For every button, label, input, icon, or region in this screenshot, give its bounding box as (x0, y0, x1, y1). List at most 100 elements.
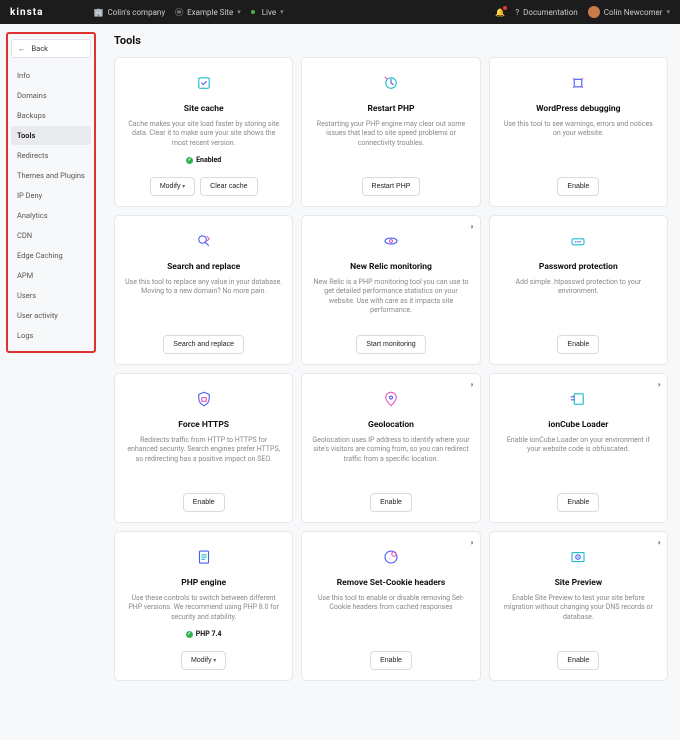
card-actions: Enable (557, 177, 599, 196)
card-title: Geolocation (368, 420, 414, 430)
sidebar-item-info[interactable]: Info (11, 66, 91, 85)
card-description: Use this tool to enable or disable remov… (312, 594, 469, 622)
card-actions: Enable (557, 493, 599, 512)
tool-card-site-cache: Site cache Cache makes your site load fas… (114, 57, 293, 207)
status-label: PHP 7.4 (196, 630, 222, 638)
sidebar-item-ip-deny[interactable]: IP Deny (11, 186, 91, 205)
card-description: Cache makes your site load faster by sto… (125, 120, 282, 148)
card-description: Redirects traffic from HTTP to HTTPS for… (125, 436, 282, 464)
avatar (588, 6, 600, 18)
sidebar-item-users[interactable]: Users (11, 286, 91, 305)
notification-dot-icon (503, 6, 507, 10)
tool-card-php-engine: PHP engine Use these controls to switch b… (114, 531, 293, 681)
start-monitoring-button[interactable]: Start monitoring (356, 335, 425, 354)
tool-card-force-https: Force HTTPSRedirects traffic from HTTP t… (114, 373, 293, 523)
site-selector[interactable]: ⓦ Example Site ▾ (175, 7, 241, 18)
card-actions: Restart PHP (362, 177, 421, 196)
preview-icon (567, 546, 589, 568)
enable-button[interactable]: Enable (557, 651, 599, 670)
card-actions: Enable (557, 335, 599, 354)
card-description: Add simple .htpasswd protection to your … (500, 278, 657, 306)
content-area: Tools Site cache Cache makes your site lo… (102, 24, 680, 740)
enable-button[interactable]: Enable (370, 493, 412, 512)
restart-php-button[interactable]: Restart PHP (362, 177, 421, 196)
company-selector[interactable]: 🏢 Colin's company (93, 8, 165, 17)
geo-icon (380, 388, 402, 410)
cookie-icon (380, 546, 402, 568)
sidebar-item-apm[interactable]: APM (11, 266, 91, 285)
card-title: Restart PHP (367, 104, 414, 114)
card-actions: Enable (370, 651, 412, 670)
sidebar-item-backups[interactable]: Backups (11, 106, 91, 125)
enable-button[interactable]: Enable (370, 651, 412, 670)
arrow-left-icon: ← (18, 44, 26, 53)
card-status: ✓PHP 7.4 (186, 630, 222, 638)
card-description: Use this tool to replace any value in yo… (125, 278, 282, 306)
env-selector[interactable]: Live ▾ (251, 8, 284, 17)
sidebar-item-themes-and-plugins[interactable]: Themes and Plugins (11, 166, 91, 185)
user-menu[interactable]: Colin Newcomer ▾ (588, 6, 670, 18)
card-title: Password protection (539, 262, 618, 272)
search-replace-icon (193, 230, 215, 252)
card-title: WordPress debugging (536, 104, 620, 114)
company-name: Colin's company (107, 8, 165, 17)
brand-logo[interactable]: KINSTA (10, 7, 43, 18)
check-icon: ✓ (186, 631, 193, 638)
restart-icon (380, 72, 402, 94)
search-and-replace-button[interactable]: Search and replace (163, 335, 244, 354)
enable-button[interactable]: Enable (557, 493, 599, 512)
enable-button[interactable]: Enable (557, 177, 599, 196)
status-label: Enabled (196, 156, 221, 164)
chevron-down-icon: ▾ (666, 8, 670, 16)
wordpress-icon: ⓦ (175, 7, 183, 18)
card-title: Search and replace (167, 262, 240, 272)
tool-card-geolocation: ◑GeolocationGeolocation uses IP address … (301, 373, 480, 523)
enable-button[interactable]: Enable (183, 493, 225, 512)
card-title: Site cache (184, 104, 224, 114)
sidebar-item-edge-caching[interactable]: Edge Caching (11, 246, 91, 265)
card-description: Restarting your PHP engine may clear out… (312, 120, 469, 148)
card-description: Geolocation uses IP address to identify … (312, 436, 469, 464)
sidebar-item-logs[interactable]: Logs (11, 326, 91, 345)
back-button[interactable]: ← Back (11, 39, 91, 58)
sidebar-item-analytics[interactable]: Analytics (11, 206, 91, 225)
newrelic-icon (380, 230, 402, 252)
password-icon (567, 230, 589, 252)
clear-cache-button[interactable]: Clear cache (200, 177, 257, 196)
premium-icon: ◑ (469, 222, 474, 231)
card-status: ✓Enabled (186, 156, 221, 164)
card-actions: Modify (181, 651, 226, 670)
card-description: Use this tool to see warnings, errors an… (500, 120, 657, 148)
page-title: Tools (114, 34, 668, 47)
card-actions: Search and replace (163, 335, 244, 354)
ioncube-icon (567, 388, 589, 410)
modify-button[interactable]: Modify (181, 651, 226, 670)
user-name: Colin Newcomer (604, 8, 663, 17)
card-title: New Relic monitoring (350, 262, 432, 272)
card-title: Site Preview (555, 578, 603, 588)
sidebar: ← Back InfoDomainsBackupsToolsRedirectsT… (0, 24, 102, 740)
card-description: Use these controls to switch between dif… (125, 594, 282, 622)
documentation-link[interactable]: ? Documentation (515, 8, 577, 17)
sidebar-item-redirects[interactable]: Redirects (11, 146, 91, 165)
docs-label: Documentation (523, 8, 578, 17)
sidebar-item-domains[interactable]: Domains (11, 86, 91, 105)
notifications-button[interactable]: 🔔 (495, 8, 505, 17)
card-title: PHP engine (181, 578, 226, 588)
tool-card-restart-php: Restart PHP Restarting your PHP engine ma… (301, 57, 480, 207)
sidebar-item-user-activity[interactable]: User activity (11, 306, 91, 325)
site-name: Example Site (187, 8, 233, 17)
sidebar-item-tools[interactable]: Tools (11, 126, 91, 145)
app-header: KINSTA 🏢 Colin's company ⓦ Example Site … (0, 0, 680, 24)
env-label: Live (262, 8, 276, 17)
card-description: Enable ionCube Loader on your environmen… (500, 436, 657, 464)
check-icon: ✓ (186, 157, 193, 164)
enable-button[interactable]: Enable (557, 335, 599, 354)
modify-button[interactable]: Modify (150, 177, 195, 196)
tool-card-password-protection: Password protection Add simple .htpasswd … (489, 215, 668, 365)
tool-card-search-and-replace: Search and replace Use this tool to repla… (114, 215, 293, 365)
back-label: Back (32, 44, 48, 53)
sidebar-item-cdn[interactable]: CDN (11, 226, 91, 245)
card-actions: Start monitoring (356, 335, 425, 354)
tool-card-remove-set-cookie-headers: ◑Remove Set-Cookie headersUse this tool … (301, 531, 480, 681)
